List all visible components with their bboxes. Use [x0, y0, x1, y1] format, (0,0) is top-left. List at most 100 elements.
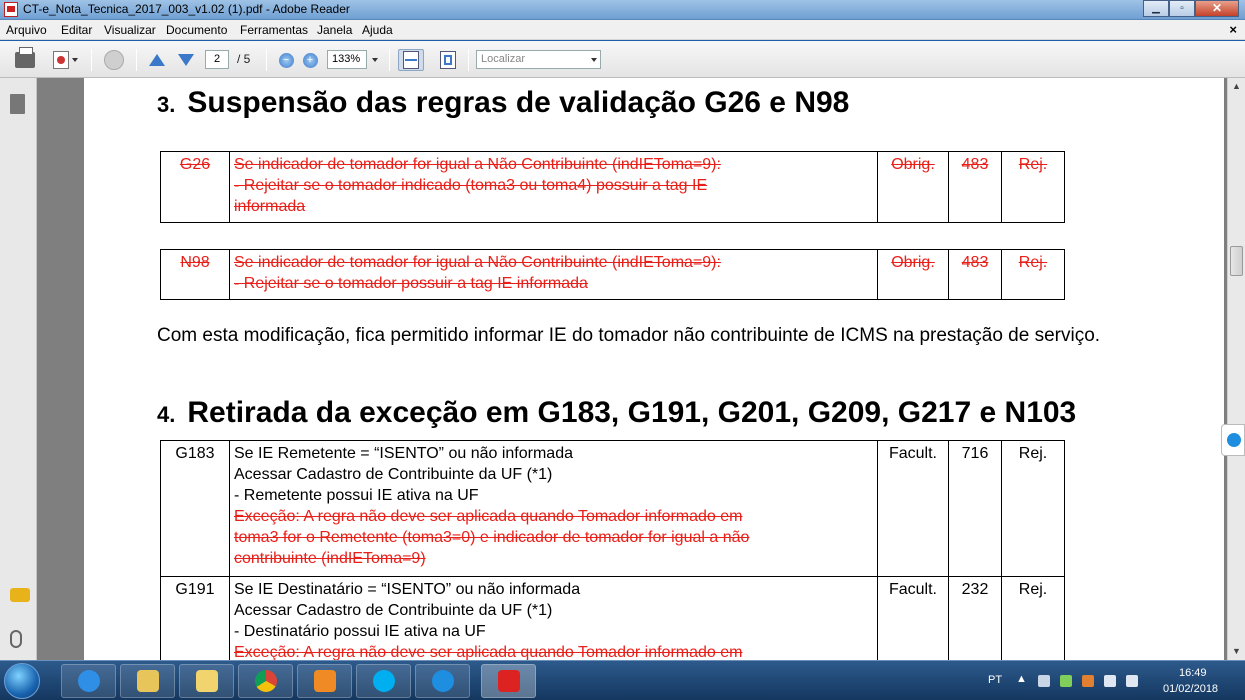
rule-line: - Remetente possui IE ativa na UF	[234, 487, 479, 504]
rule-exception-line: toma3 for o Remetente (toma3=0) e indica…	[234, 529, 750, 546]
rule-description: Se IE Destinatário = “ISENTO” ou não inf…	[229, 576, 878, 660]
document-icon	[52, 51, 69, 69]
fit-width-button[interactable]	[398, 49, 424, 71]
rule-error-code: 483	[948, 151, 1002, 223]
taskbar-adobe-reader[interactable]	[481, 664, 536, 698]
taskbar-mail[interactable]	[179, 664, 234, 698]
taskbar-media-player[interactable]	[297, 664, 352, 698]
menu-ajuda[interactable]: Ajuda	[362, 23, 393, 37]
attachments-icon[interactable]	[10, 630, 22, 648]
print-button[interactable]	[12, 47, 38, 71]
taskbar: PT ▲ 16:49 01/02/2018	[0, 660, 1245, 700]
rule-requirement: Obrig.	[877, 249, 949, 300]
globe-icon	[104, 50, 124, 70]
adobe-reader-icon	[497, 670, 520, 692]
section-title: Retirada da exceção em G183, G191, G201,…	[187, 396, 1077, 429]
rule-description: Se indicador de tomador for igual a Não …	[229, 249, 878, 300]
menu-documento[interactable]: Documento	[166, 23, 227, 37]
language-indicator[interactable]: PT	[988, 674, 1002, 686]
taskbar-skype[interactable]	[356, 664, 411, 698]
rule-table-g183: G183 Se IE Remetente = “ISENTO” ou não i…	[160, 440, 1065, 660]
printer-icon	[15, 47, 35, 68]
skype-icon	[372, 670, 395, 692]
comments-icon[interactable]	[10, 588, 30, 602]
zoom-dropdown-button[interactable]	[369, 49, 381, 71]
mail-icon	[195, 670, 218, 692]
restore-button[interactable]: ▫	[1169, 0, 1195, 17]
table-row: G191 Se IE Destinatário = “ISENTO” ou nã…	[160, 576, 1065, 660]
taskbar-file-explorer[interactable]	[120, 664, 175, 698]
security-icon[interactable]	[1082, 675, 1094, 687]
pdf-page: 3. Suspensão das regras de validação G26 …	[84, 78, 1224, 660]
taskbar-internet-explorer[interactable]	[61, 664, 116, 698]
chevron-down-icon	[372, 58, 378, 62]
rule-requirement: Obrig.	[877, 151, 949, 223]
modification-paragraph: Com esta modificação, fica permitido inf…	[157, 325, 1101, 346]
document-view[interactable]: 3. Suspensão das regras de validação G26 …	[37, 78, 1227, 660]
menu-visualizar[interactable]: Visualizar	[104, 23, 156, 37]
section-number: 3.	[157, 92, 176, 117]
network-icon[interactable]	[1104, 675, 1116, 687]
window-controls: ▁ ▫ ✕	[1143, 0, 1239, 18]
collaborate-button[interactable]	[101, 49, 127, 71]
chevron-down-icon	[591, 58, 597, 62]
rule-line: Se indicador de tomador for igual a Não …	[234, 254, 721, 271]
previous-page-button[interactable]	[146, 49, 168, 71]
rule-requirement: Facult.	[877, 576, 949, 660]
scrollbar-thumb[interactable]	[1230, 246, 1243, 276]
rule-table-n98: N98 Se indicador de tomador for igual a …	[160, 249, 1065, 300]
menu-arquivo[interactable]: Arquivo	[6, 23, 47, 37]
title-bar: CT-e_Nota_Tecnica_2017_003_v1.02 (1).pdf…	[0, 0, 1245, 20]
show-hidden-icons-button[interactable]: ▲	[1016, 673, 1027, 685]
search-dropdown-button[interactable]	[588, 49, 600, 71]
rule-action: Rej.	[1001, 440, 1065, 577]
pages-icon[interactable]	[10, 94, 25, 114]
menu-editar[interactable]: Editar	[61, 23, 92, 37]
toolbar-separator	[468, 49, 469, 71]
rule-line: Acessar Cadastro de Contribuinte da UF (…	[234, 466, 553, 483]
rule-table-g26: G26 Se indicador de tomador for igual a …	[160, 151, 1065, 223]
menu-ferramentas[interactable]: Ferramentas	[240, 23, 308, 37]
menu-bar: Arquivo Editar Visualizar Documento Ferr…	[0, 20, 1245, 40]
zoom-out-button[interactable]: −	[276, 49, 296, 71]
volume-icon[interactable]	[1126, 675, 1138, 687]
zoom-level-input[interactable]: 133%	[327, 50, 367, 69]
chevron-down-icon	[71, 58, 78, 62]
clock-time[interactable]: 16:49	[1179, 667, 1207, 679]
rule-line: - Rejeitar se o tomador possuir a tag IE…	[234, 275, 588, 292]
rule-line: - Destinatário possui IE ativa na UF	[234, 623, 486, 640]
clock-date[interactable]: 01/02/2018	[1163, 683, 1218, 695]
action-center-icon[interactable]	[1038, 675, 1050, 687]
rule-code: G183	[160, 440, 230, 577]
rule-description: Se IE Remetente = “ISENTO” ou não inform…	[229, 440, 878, 577]
fit-page-button[interactable]	[436, 49, 460, 71]
zoom-in-button[interactable]: +	[300, 49, 320, 71]
export-button[interactable]	[48, 49, 82, 71]
section-title: Suspensão das regras de validação G26 e …	[187, 86, 850, 119]
section-number: 4.	[157, 402, 176, 427]
search-input[interactable]: Localizar	[476, 50, 601, 69]
minimize-button[interactable]: ▁	[1143, 0, 1169, 17]
next-page-button[interactable]	[175, 49, 197, 71]
start-button[interactable]	[4, 663, 40, 699]
scroll-down-button[interactable]: ▼	[1228, 643, 1245, 660]
teamviewer-tab[interactable]	[1221, 424, 1245, 456]
rule-line: Se IE Remetente = “ISENTO” ou não inform…	[234, 445, 573, 462]
menu-janela[interactable]: Janela	[317, 23, 352, 37]
close-document-button[interactable]: ×	[1229, 22, 1237, 37]
window-title: CT-e_Nota_Tecnica_2017_003_v1.02 (1).pdf…	[23, 2, 350, 16]
vertical-scrollbar[interactable]: ▲ ▼	[1227, 78, 1245, 660]
adobe-reader-icon	[4, 2, 18, 17]
scroll-up-button[interactable]: ▲	[1228, 78, 1245, 95]
taskbar-teamviewer[interactable]	[415, 664, 470, 698]
network-tool-icon[interactable]	[1060, 675, 1072, 687]
fit-width-icon	[403, 51, 419, 69]
teamviewer-icon	[431, 670, 454, 692]
toolbar: 2 / 5 − + 133% Localizar	[0, 41, 1245, 78]
rule-line: Se indicador de tomador for igual a Não …	[234, 156, 721, 173]
table-row: G26 Se indicador de tomador for igual a …	[160, 151, 1065, 223]
page-number-input[interactable]: 2	[205, 50, 229, 69]
rule-action: Rej.	[1001, 576, 1065, 660]
close-button[interactable]: ✕	[1195, 0, 1239, 17]
taskbar-chrome[interactable]	[238, 664, 293, 698]
